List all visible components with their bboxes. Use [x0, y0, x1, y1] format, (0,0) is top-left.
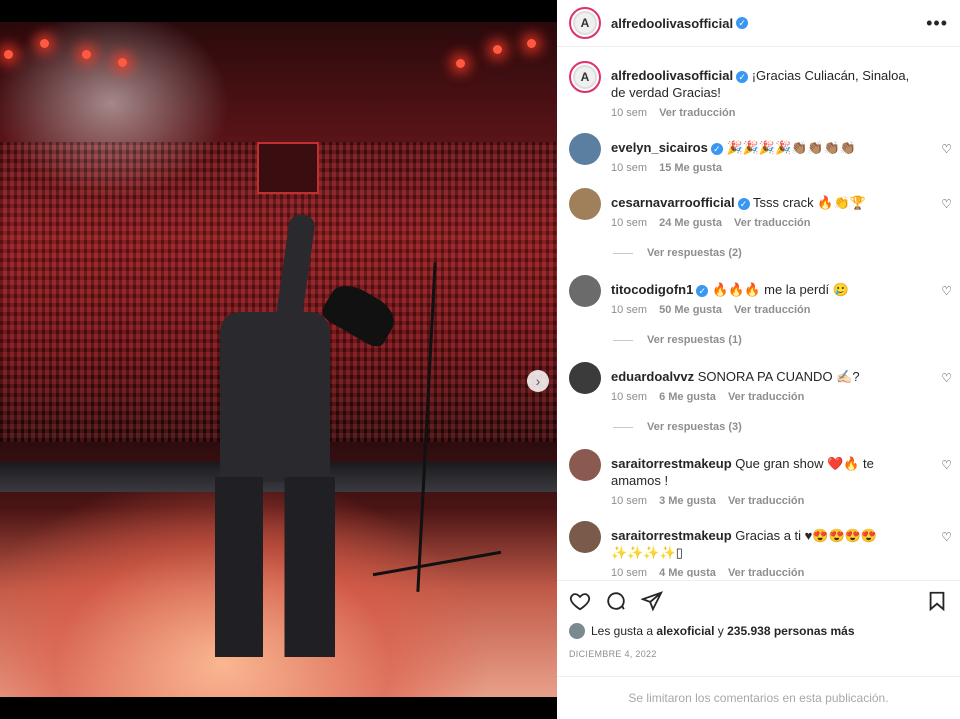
like-comment-heart-icon[interactable]: ♡ [941, 458, 952, 472]
comment-time: 10 sem [611, 391, 648, 403]
more-options-icon[interactable]: ••• [926, 13, 948, 34]
performer-legs [215, 477, 335, 657]
caption-text: alfredoolivasofficial ✓ ¡Gracias Culiacán… [611, 61, 948, 101]
stage-light [118, 58, 127, 67]
action-bar [557, 580, 960, 620]
comment-body: Tsss crack 🔥👏🏆 [752, 195, 866, 210]
like-comment-heart-icon[interactable]: ♡ [941, 284, 952, 298]
post-side-panel: A alfredoolivasofficial ✓ ••• A alfredoo… [557, 0, 960, 719]
comment-time: 10 sem [611, 567, 648, 577]
comment: evelyn_sicairos ✓ 🎉🎉🎉🎉👏🏽👏🏽👏🏽👏🏽 10 sem 15 … [557, 133, 960, 174]
stage-light [4, 50, 13, 59]
see-translation-link[interactable]: Ver traducción [659, 107, 735, 119]
author-avatar[interactable]: A [569, 61, 601, 93]
comment-likes[interactable]: 50 Me gusta [659, 304, 722, 316]
like-comment-heart-icon[interactable]: ♡ [941, 530, 952, 544]
comment-icon[interactable] [605, 590, 627, 612]
commenter-avatar[interactable] [569, 188, 601, 220]
see-translation-link[interactable]: Ver traducción [728, 567, 804, 577]
comment: titocodigofn1 ✓ 🔥🔥🔥 me la perdí 🥲 10 sem … [557, 275, 960, 316]
comment-username[interactable]: saraitorrestmakeup [611, 528, 732, 543]
verified-badge-icon: ✓ [710, 142, 723, 155]
comment-username[interactable]: cesarnavarroofficial [611, 195, 735, 210]
author-avatar[interactable]: A [569, 7, 601, 39]
comment-body: 🎉🎉🎉🎉👏🏽👏🏽👏🏽👏🏽 [726, 140, 856, 155]
replies-divider [613, 426, 633, 428]
chevron-right-icon: › [535, 373, 541, 389]
verified-badge-icon: ✓ [736, 70, 749, 83]
like-comment-heart-icon[interactable]: ♡ [941, 142, 952, 156]
comment-time: 10 sem [611, 304, 648, 316]
comment: cesarnavarroofficial ✓ Tsss crack 🔥👏🏆 10 … [557, 188, 960, 229]
mic-stand-base [372, 550, 502, 577]
commenter-avatar[interactable] [569, 449, 601, 481]
comment-likes[interactable]: 24 Me gusta [659, 217, 722, 229]
caption-time: 10 sem [611, 107, 648, 119]
stage-light [40, 39, 49, 48]
comment: eduardoalvvz SONORA PA CUANDO ✍🏻? 10 sem… [557, 362, 960, 403]
comments-limited-notice: Se limitaron los comentarios en esta pub… [557, 676, 960, 719]
post-date: DICIEMBRE 4, 2022 [569, 649, 657, 659]
stage-light [493, 45, 502, 54]
stage-light [527, 39, 536, 48]
comment-text: saraitorrestmakeup Gracias a ti ♥😍😍😍😍✨✨✨… [611, 521, 948, 561]
comment-username[interactable]: eduardoalvvz [611, 369, 694, 384]
commenter-avatar[interactable] [569, 133, 601, 165]
view-replies-button[interactable]: Ver respuestas (1) [613, 334, 960, 346]
verified-badge-icon: ✓ [696, 284, 709, 297]
replies-divider [613, 339, 633, 341]
comment: saraitorrestmakeup Que gran show ❤️🔥 te … [557, 449, 960, 507]
liker-username[interactable]: alexoficial [656, 624, 714, 638]
post-header: A alfredoolivasofficial ✓ ••• [557, 0, 960, 47]
comment-body: 🔥🔥🔥 me la perdí 🥲 [711, 282, 849, 297]
likes-count-link[interactable]: 235.938 personas más [727, 624, 854, 638]
like-comment-heart-icon[interactable]: ♡ [941, 197, 952, 211]
comment-likes[interactable]: 3 Me gusta [659, 495, 716, 507]
liker-avatar [569, 623, 585, 639]
performer-body [220, 312, 330, 482]
verified-badge-icon: ✓ [737, 197, 750, 210]
caption-username[interactable]: alfredoolivasofficial [611, 68, 733, 83]
commenter-avatar[interactable] [569, 362, 601, 394]
comment-likes[interactable]: 6 Me gusta [659, 391, 716, 403]
commenter-avatar[interactable] [569, 275, 601, 307]
comment-text: titocodigofn1 ✓ 🔥🔥🔥 me la perdí 🥲 [611, 275, 948, 298]
author-username[interactable]: alfredoolivasofficial [611, 16, 733, 31]
comment-likes[interactable]: 4 Me gusta [659, 567, 716, 577]
view-replies-button[interactable]: Ver respuestas (2) [613, 247, 960, 259]
see-translation-link[interactable]: Ver traducción [728, 391, 804, 403]
likes-summary: Les gusta a alexoficial y 235.938 person… [569, 623, 855, 639]
caption: A alfredoolivasofficial ✓ ¡Gracias Culiac… [557, 61, 960, 119]
see-translation-link[interactable]: Ver traducción [728, 495, 804, 507]
comment-username[interactable]: saraitorrestmakeup [611, 456, 732, 471]
commenter-avatar[interactable] [569, 521, 601, 553]
see-translation-link[interactable]: Ver traducción [734, 217, 810, 229]
comment-text: saraitorrestmakeup Que gran show ❤️🔥 te … [611, 449, 948, 489]
like-comment-heart-icon[interactable]: ♡ [941, 371, 952, 385]
comment-time: 10 sem [611, 162, 648, 174]
comment-time: 10 sem [611, 495, 648, 507]
stage-screen [257, 142, 319, 194]
heart-icon[interactable] [569, 590, 591, 612]
comments-list[interactable]: A alfredoolivasofficial ✓ ¡Gracias Culiac… [557, 47, 960, 577]
post-media[interactable]: › [0, 22, 557, 697]
comment-likes[interactable]: 15 Me gusta [659, 162, 722, 174]
carousel-next-button[interactable]: › [527, 370, 549, 392]
stage-light [82, 50, 91, 59]
comment-text: eduardoalvvz SONORA PA CUANDO ✍🏻? [611, 362, 948, 385]
comment: saraitorrestmakeup Gracias a ti ♥😍😍😍😍✨✨✨… [557, 521, 960, 577]
stage-light [456, 59, 465, 68]
share-icon[interactable] [641, 590, 663, 612]
comment-body: SONORA PA CUANDO ✍🏻? [697, 369, 860, 384]
comment-text: cesarnavarroofficial ✓ Tsss crack 🔥👏🏆 [611, 188, 948, 211]
see-translation-link[interactable]: Ver traducción [734, 304, 810, 316]
view-replies-button[interactable]: Ver respuestas (3) [613, 421, 960, 433]
comment-text: evelyn_sicairos ✓ 🎉🎉🎉🎉👏🏽👏🏽👏🏽👏🏽 [611, 133, 948, 156]
comment-time: 10 sem [611, 217, 648, 229]
bookmark-icon[interactable] [926, 590, 948, 612]
comment-username[interactable]: titocodigofn1 [611, 282, 693, 297]
replies-divider [613, 252, 633, 254]
verified-badge-icon: ✓ [736, 17, 749, 29]
comment-username[interactable]: evelyn_sicairos [611, 140, 708, 155]
